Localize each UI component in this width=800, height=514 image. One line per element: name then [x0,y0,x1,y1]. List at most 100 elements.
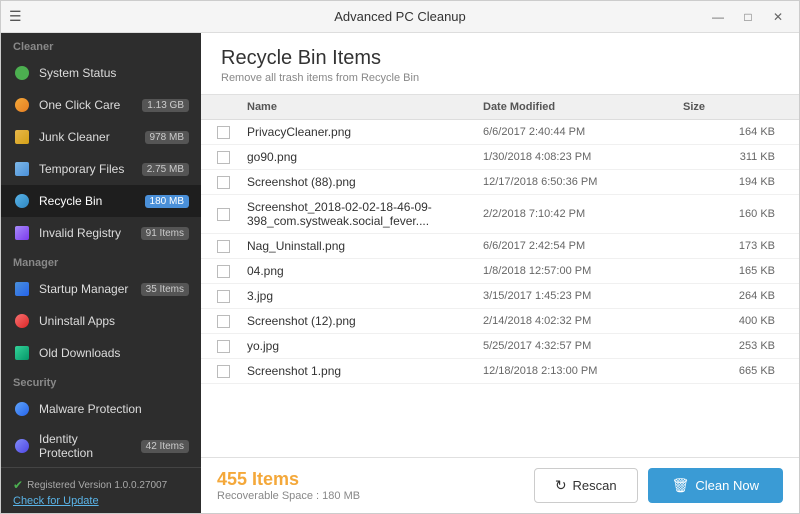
row-checkbox[interactable] [217,340,247,353]
cleaner-section-label: Cleaner [1,33,201,57]
content-footer: 455 Items Recoverable Space : 180 MB ↻ R… [201,457,799,513]
row-date: 6/6/2017 2:40:44 PM [483,126,683,138]
one-click-care-badge: 1.13 GB [142,99,189,112]
row-checkbox[interactable] [217,265,247,278]
table-row[interactable]: Nag_Uninstall.png 6/6/2017 2:42:54 PM 17… [201,234,799,259]
sidebar-item-identity-protection[interactable]: Identity Protection 42 Items [1,425,201,467]
row-checkbox[interactable] [217,365,247,378]
row-name: yo.jpg [247,339,483,353]
row-checkbox[interactable] [217,208,247,221]
row-date: 5/25/2017 4:32:57 PM [483,340,683,352]
sidebar-label-old-downloads: Old Downloads [39,346,189,360]
registered-text: ✔ Registered Version 1.0.0.27007 [13,478,189,492]
table-row[interactable]: Screenshot (88).png 12/17/2018 6:50:36 P… [201,170,799,195]
sidebar-label-temporary-files: Temporary Files [39,162,134,176]
row-name: Nag_Uninstall.png [247,239,483,253]
table-row[interactable]: yo.jpg 5/25/2017 4:32:57 PM 253 KB [201,334,799,359]
title-bar-controls: — □ ✕ [705,7,791,27]
items-count: 455 Items [217,469,360,490]
row-size: 160 KB [683,208,783,220]
rescan-label: Rescan [573,478,617,493]
sidebar-item-system-status[interactable]: System Status [1,57,201,89]
row-size: 264 KB [683,290,783,302]
downloads-icon [13,344,31,362]
row-name: go90.png [247,150,483,164]
row-name: Screenshot 1.png [247,364,483,378]
sidebar-label-one-click-care: One Click Care [39,98,134,112]
sidebar-item-startup-manager[interactable]: Startup Manager 35 Items [1,273,201,305]
footer-info: 455 Items Recoverable Space : 180 MB [217,469,360,502]
table-row[interactable]: 04.png 1/8/2018 12:57:00 PM 165 KB [201,259,799,284]
sidebar-item-old-downloads[interactable]: Old Downloads [1,337,201,369]
header-size: Size [683,101,783,113]
registry-icon [13,224,31,242]
row-checkbox[interactable] [217,290,247,303]
row-size: 164 KB [683,126,783,138]
sidebar-label-startup-manager: Startup Manager [39,282,133,296]
sidebar-item-one-click-care[interactable]: One Click Care 1.13 GB [1,89,201,121]
check-update-link[interactable]: Check for Update [13,495,189,507]
row-size: 165 KB [683,265,783,277]
table-row[interactable]: 3.jpg 3/15/2017 1:45:23 PM 264 KB [201,284,799,309]
close-button[interactable]: ✕ [765,7,791,27]
sidebar-item-junk-cleaner[interactable]: Junk Cleaner 978 MB [1,121,201,153]
table-row[interactable]: go90.png 1/30/2018 4:08:23 PM 311 KB [201,145,799,170]
sidebar-item-temporary-files[interactable]: Temporary Files 2.75 MB [1,153,201,185]
row-date: 1/8/2018 12:57:00 PM [483,265,683,277]
sidebar-bottom: ✔ Registered Version 1.0.0.27007 Check f… [1,467,201,513]
title-bar: ☰ Advanced PC Cleanup — □ ✕ [1,1,799,33]
security-section-label: Security [1,369,201,393]
sidebar-label-junk-cleaner: Junk Cleaner [39,130,137,144]
clean-now-button[interactable]: 🗑 Clean Now [648,468,783,503]
uninstall-icon [13,312,31,330]
minimize-button[interactable]: — [705,7,731,27]
junk-cleaner-badge: 978 MB [145,131,189,144]
header-check [217,101,247,113]
row-size: 173 KB [683,240,783,252]
content-title: Recycle Bin Items [221,47,779,70]
footer-actions: ↻ Rescan 🗑 Clean Now [534,468,783,503]
row-size: 665 KB [683,365,783,377]
rescan-button[interactable]: ↻ Rescan [534,468,638,503]
row-checkbox[interactable] [217,315,247,328]
clean-label: Clean Now [695,478,759,493]
row-name: PrivacyCleaner.png [247,125,483,139]
row-name: Screenshot (12).png [247,314,483,328]
rescan-icon: ↻ [555,477,567,494]
title-bar-left: ☰ [9,8,22,25]
identity-protection-badge: 42 Items [141,440,189,453]
table-header: Name Date Modified Size [201,95,799,120]
sidebar-label-invalid-registry: Invalid Registry [39,226,133,240]
malware-icon [13,400,31,418]
table-row[interactable]: PrivacyCleaner.png 6/6/2017 2:40:44 PM 1… [201,120,799,145]
row-name: Screenshot (88).png [247,175,483,189]
sidebar-item-invalid-registry[interactable]: Invalid Registry 91 Items [1,217,201,249]
row-checkbox[interactable] [217,176,247,189]
hamburger-icon[interactable]: ☰ [9,8,22,25]
identity-icon [13,437,31,455]
row-size: 400 KB [683,315,783,327]
row-checkbox[interactable] [217,151,247,164]
row-checkbox[interactable] [217,240,247,253]
table-row[interactable]: Screenshot 1.png 12/18/2018 2:13:00 PM 6… [201,359,799,384]
sidebar-item-malware-protection[interactable]: Malware Protection [1,393,201,425]
care-icon [13,96,31,114]
sidebar: Cleaner System Status One Click Care 1.1… [1,33,201,513]
maximize-button[interactable]: □ [735,7,761,27]
sidebar-label-uninstall-apps: Uninstall Apps [39,314,189,328]
sidebar-label-malware-protection: Malware Protection [39,402,189,416]
sidebar-item-recycle-bin[interactable]: Recycle Bin 180 MB [1,185,201,217]
main-layout: Cleaner System Status One Click Care 1.1… [1,33,799,513]
startup-icon [13,280,31,298]
row-name: 04.png [247,264,483,278]
row-checkbox[interactable] [217,126,247,139]
content-area: Recycle Bin Items Remove all trash items… [201,33,799,513]
table-row[interactable]: Screenshot_2018-02-02-18-46-09-398_com.s… [201,195,799,234]
sidebar-item-uninstall-apps[interactable]: Uninstall Apps [1,305,201,337]
manager-section-label: Manager [1,249,201,273]
table-row[interactable]: Screenshot (12).png 2/14/2018 4:02:32 PM… [201,309,799,334]
startup-manager-badge: 35 Items [141,283,189,296]
row-date: 1/30/2018 4:08:23 PM [483,151,683,163]
row-date: 12/18/2018 2:13:00 PM [483,365,683,377]
app-title: Advanced PC Cleanup [334,9,466,24]
